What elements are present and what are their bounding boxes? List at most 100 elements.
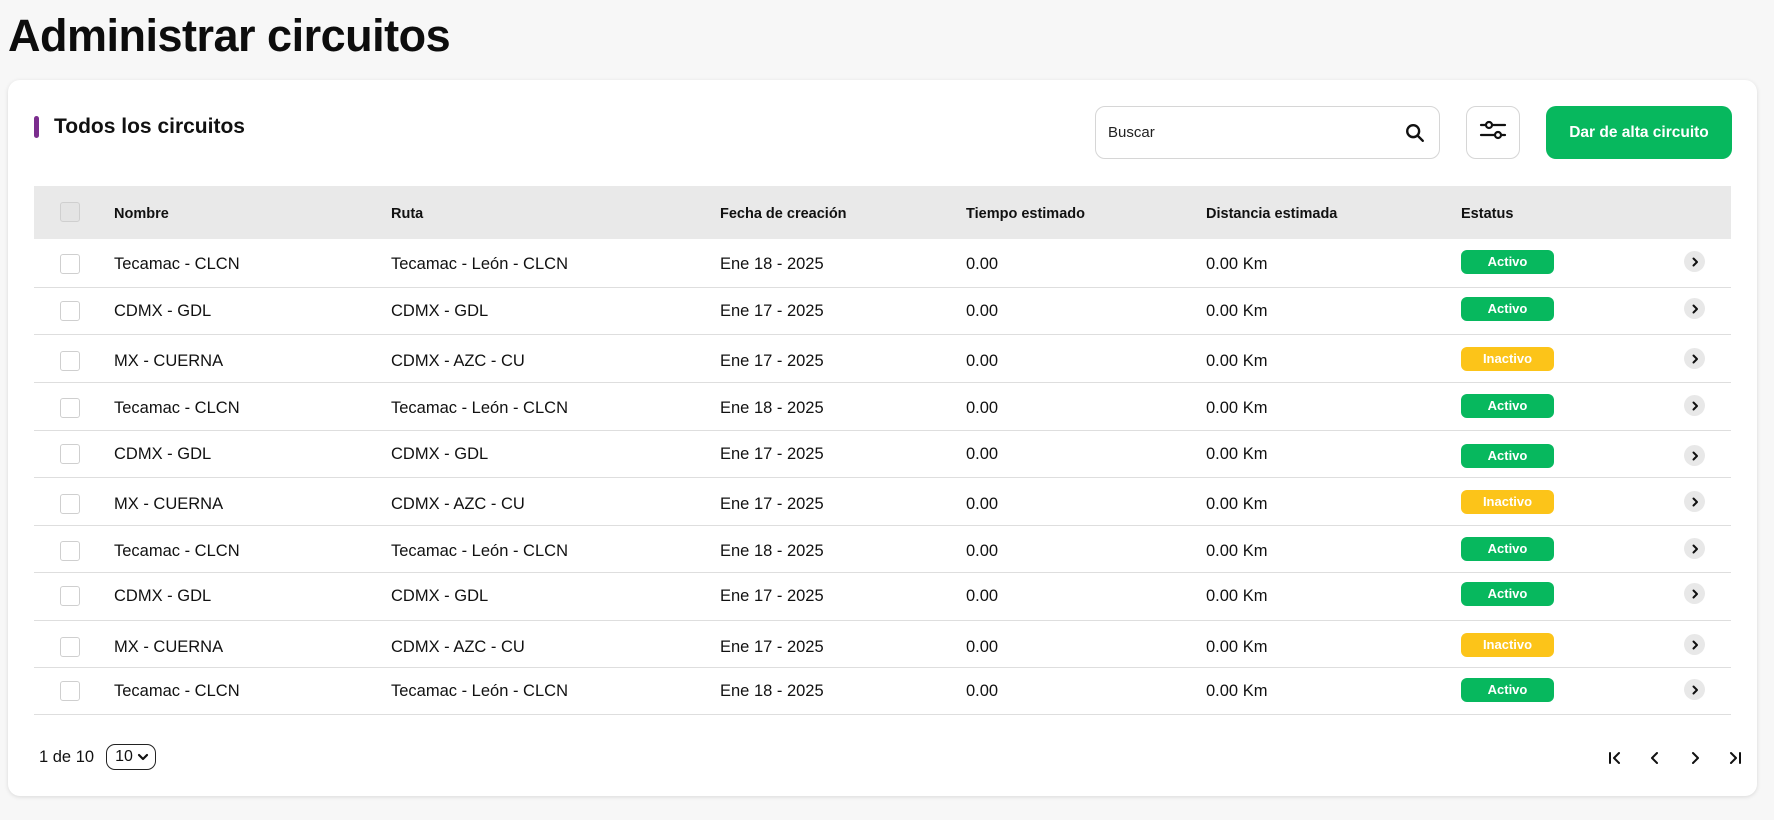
table-row[interactable]: Tecamac - CLCN Tecamac - León - CLCN Ene 1…: [34, 239, 1731, 288]
section-title: Todos los circuitos: [54, 115, 245, 138]
status-badge: Inactivo: [1461, 490, 1554, 514]
cell-fecha: Ene 18 - 2025: [720, 399, 824, 417]
chevron-right-icon[interactable]: [1684, 251, 1705, 272]
search-input[interactable]: [1108, 124, 1403, 141]
cell-distancia: 0.00 Km: [1206, 445, 1268, 463]
chevron-right-icon[interactable]: [1684, 583, 1705, 604]
cell-fecha: Ene 18 - 2025: [720, 682, 824, 700]
cell-ruta: Tecamac - León - CLCN: [391, 682, 568, 700]
cell-nombre: Tecamac - CLCN: [114, 682, 240, 700]
header-fecha[interactable]: Fecha de creación: [720, 186, 847, 239]
row-checkbox[interactable]: [60, 351, 80, 371]
accent-bar: [34, 116, 39, 138]
cell-tiempo: 0.00: [966, 682, 999, 700]
header-ruta[interactable]: Ruta: [391, 186, 423, 239]
header-estatus[interactable]: Estatus: [1461, 186, 1513, 239]
cell-tiempo: 0.00: [966, 399, 999, 417]
page-title: Administrar circuitos: [8, 10, 451, 61]
cell-ruta: Tecamac - León - CLCN: [391, 399, 568, 417]
header-nombre[interactable]: Nombre: [114, 186, 169, 239]
select-all-checkbox[interactable]: [60, 202, 80, 222]
table-row[interactable]: MX - CUERNA CDMX - AZC - CU Ene 17 - 2025 0…: [34, 335, 1731, 383]
pagination-controls: [1603, 746, 1747, 770]
cell-nombre: MX - CUERNA: [114, 352, 224, 370]
row-checkbox[interactable]: [60, 681, 80, 701]
cell-ruta: CDMX - GDL: [391, 445, 489, 463]
cell-tiempo: 0.00: [966, 352, 999, 370]
pagination-info: 1 de 10 10: [39, 744, 156, 770]
chevron-right-icon[interactable]: [1684, 679, 1705, 700]
last-page-icon[interactable]: [1723, 746, 1747, 770]
add-circuit-button[interactable]: Dar de alta circuito: [1546, 106, 1732, 159]
status-badge: Activo: [1461, 444, 1554, 468]
status-badge: Inactivo: [1461, 347, 1554, 371]
cell-distancia: 0.00 Km: [1206, 495, 1268, 513]
table-row[interactable]: CDMX - GDL CDMX - GDL Ene 17 - 2025 0.00 0.0…: [34, 573, 1731, 621]
header-distancia[interactable]: Distancia estimada: [1206, 186, 1337, 239]
chevron-right-icon[interactable]: [1684, 445, 1705, 466]
chevron-left-icon[interactable]: [1643, 746, 1667, 770]
cell-distancia: 0.00 Km: [1206, 638, 1268, 656]
chevron-right-icon[interactable]: [1684, 395, 1705, 416]
chevron-down-icon: [137, 752, 149, 762]
circuits-card: Todos los circuitos Dar de alta circuito…: [8, 80, 1757, 796]
status-badge: Activo: [1461, 250, 1554, 274]
row-checkbox[interactable]: [60, 637, 80, 657]
table-row[interactable]: Tecamac - CLCN Tecamac - León - CLCN Ene 1…: [34, 526, 1731, 573]
cell-nombre: CDMX - GDL: [114, 302, 212, 320]
chevron-right-icon[interactable]: [1683, 746, 1707, 770]
cell-nombre: Tecamac - CLCN: [114, 542, 240, 560]
sliders-icon: [1479, 118, 1507, 147]
row-checkbox[interactable]: [60, 444, 80, 464]
search-box[interactable]: [1095, 106, 1440, 159]
table-row[interactable]: MX - CUERNA CDMX - AZC - CU Ene 17 - 2025 0…: [34, 478, 1731, 526]
cell-nombre: MX - CUERNA: [114, 495, 224, 513]
cell-tiempo: 0.00: [966, 638, 999, 656]
cell-ruta: CDMX - AZC - CU: [391, 638, 525, 656]
cell-tiempo: 0.00: [966, 302, 999, 320]
row-checkbox[interactable]: [60, 398, 80, 418]
cell-nombre: Tecamac - CLCN: [114, 255, 240, 273]
chevron-right-icon[interactable]: [1684, 298, 1705, 319]
cell-distancia: 0.00 Km: [1206, 682, 1268, 700]
table-row[interactable]: CDMX - GDL CDMX - GDL Ene 17 - 2025 0.00 0.0…: [34, 431, 1731, 478]
header-tiempo[interactable]: Tiempo estimado: [966, 186, 1085, 239]
filter-button[interactable]: [1466, 106, 1520, 159]
cell-fecha: Ene 17 - 2025: [720, 638, 824, 656]
cell-ruta: CDMX - AZC - CU: [391, 352, 525, 370]
cell-distancia: 0.00 Km: [1206, 399, 1268, 417]
table-row[interactable]: Tecamac - CLCN Tecamac - León - CLCN Ene 1…: [34, 383, 1731, 431]
chevron-right-icon[interactable]: [1684, 538, 1705, 559]
cell-tiempo: 0.00: [966, 542, 999, 560]
cell-ruta: CDMX - GDL: [391, 587, 489, 605]
chevron-right-icon[interactable]: [1684, 634, 1705, 655]
row-checkbox[interactable]: [60, 494, 80, 514]
status-badge: Activo: [1461, 678, 1554, 702]
chevron-right-icon[interactable]: [1684, 491, 1705, 512]
cell-ruta: Tecamac - León - CLCN: [391, 255, 568, 273]
cell-nombre: Tecamac - CLCN: [114, 399, 240, 417]
cell-fecha: Ene 17 - 2025: [720, 302, 824, 320]
cell-tiempo: 0.00: [966, 587, 999, 605]
search-icon[interactable]: [1403, 121, 1427, 145]
cell-fecha: Ene 17 - 2025: [720, 587, 824, 605]
table-row[interactable]: Tecamac - CLCN Tecamac - León - CLCN Ene 1…: [34, 668, 1731, 715]
cell-tiempo: 0.00: [966, 255, 999, 273]
page-size-value: 10: [115, 748, 133, 765]
first-page-icon[interactable]: [1603, 746, 1627, 770]
table-row[interactable]: CDMX - GDL CDMX - GDL Ene 17 - 2025 0.00 0.0…: [34, 288, 1731, 335]
cell-nombre: CDMX - GDL: [114, 587, 212, 605]
status-badge: Activo: [1461, 394, 1554, 418]
row-checkbox[interactable]: [60, 586, 80, 606]
cell-ruta: CDMX - AZC - CU: [391, 495, 525, 513]
status-badge: Inactivo: [1461, 633, 1554, 657]
page-size-select[interactable]: 10: [106, 744, 156, 770]
chevron-right-icon[interactable]: [1684, 348, 1705, 369]
cell-distancia: 0.00 Km: [1206, 255, 1268, 273]
page-count: 1 de 10: [39, 747, 95, 766]
row-checkbox[interactable]: [60, 541, 80, 561]
cell-distancia: 0.00 Km: [1206, 302, 1268, 320]
row-checkbox[interactable]: [60, 254, 80, 274]
row-checkbox[interactable]: [60, 301, 80, 321]
table-row[interactable]: MX - CUERNA CDMX - AZC - CU Ene 17 - 2025 0…: [34, 621, 1731, 668]
